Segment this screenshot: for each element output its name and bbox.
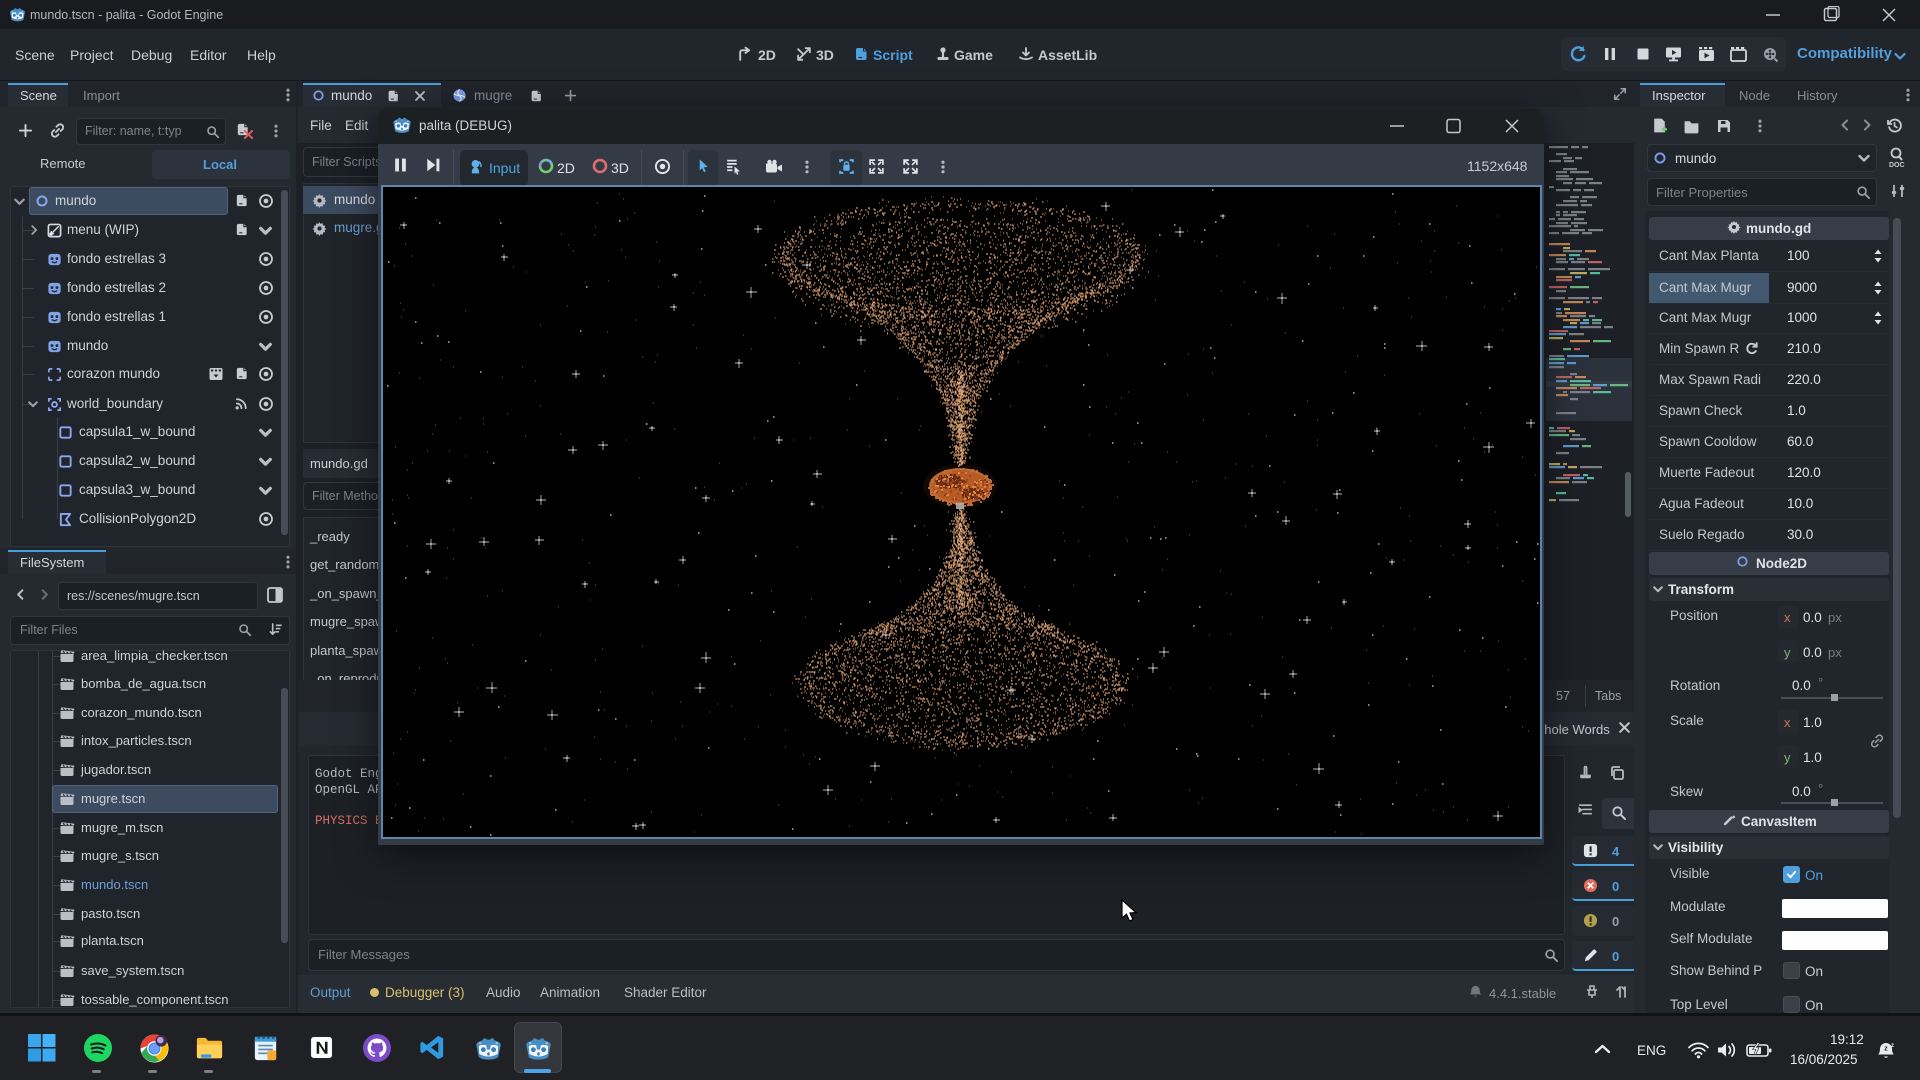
svg-text:z: z [1891,1043,1894,1049]
svg-text:z: z [1884,1046,1888,1053]
svg-text:DOC: DOC [1889,162,1905,169]
